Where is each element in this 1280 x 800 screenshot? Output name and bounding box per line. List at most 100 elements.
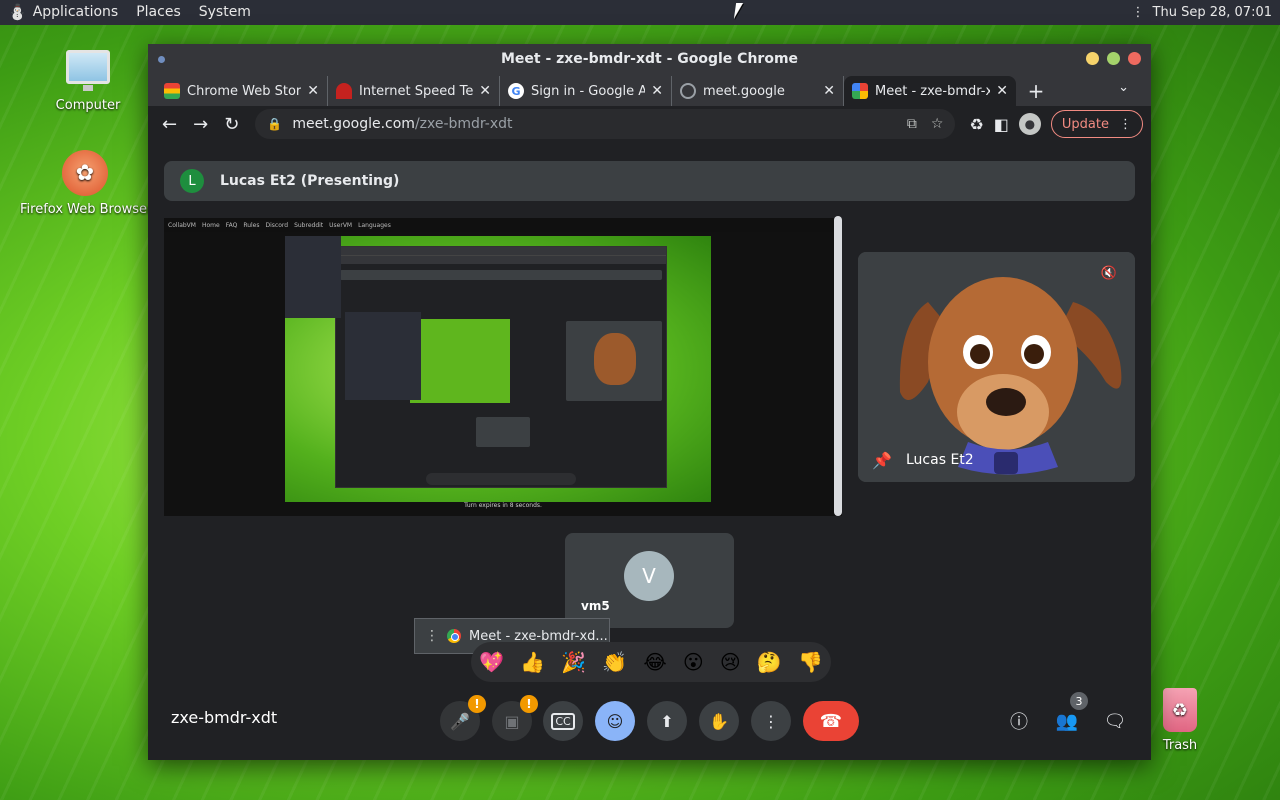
gnome-foot-icon: ⛄: [8, 3, 27, 21]
reload-button[interactable]: ↻: [218, 108, 245, 140]
reactions-button[interactable]: ☺: [595, 701, 635, 741]
reaction-thumbs-up[interactable]: 👍: [520, 650, 545, 674]
firefox-icon: ✿: [62, 150, 108, 196]
close-icon[interactable]: ✕: [823, 83, 835, 99]
window-menu-dot-icon[interactable]: [158, 56, 165, 63]
chat-button[interactable]: 🗨: [1100, 706, 1130, 736]
speedtest-icon: [336, 83, 352, 99]
minimize-button[interactable]: [1086, 52, 1099, 65]
places-menu[interactable]: Places: [127, 0, 190, 25]
end-call-button[interactable]: ☎: [803, 701, 859, 741]
clock[interactable]: Thu Sep 28, 07:01: [1153, 5, 1272, 20]
present-screen-icon: ⬆: [660, 711, 674, 731]
hang-up-icon: ☎: [819, 710, 843, 732]
microphone-button[interactable]: 🎤 !: [440, 695, 486, 741]
extensions-puzzle-icon[interactable]: ♻: [969, 115, 983, 134]
url-host: meet.google.com: [292, 116, 415, 132]
close-icon[interactable]: ✕: [479, 83, 491, 99]
tab-title: Internet Speed Test: [359, 83, 474, 99]
tab-internet-speed-test[interactable]: Internet Speed Test ✕: [328, 76, 500, 106]
close-icon[interactable]: ✕: [307, 83, 319, 99]
reaction-sparkling-heart[interactable]: 💖: [479, 650, 504, 674]
desktop-firefox[interactable]: ✿ Firefox Web Browser: [20, 150, 150, 217]
screen-nav-item: UserVM: [329, 221, 353, 229]
update-button[interactable]: Update ⋮: [1050, 110, 1143, 138]
screen-nav-item: FAQ: [225, 221, 238, 229]
meeting-details-button[interactable]: ⓘ: [1004, 706, 1034, 736]
drag-handle-icon[interactable]: ⋮: [425, 628, 439, 644]
tab-meet-google[interactable]: meet.google ✕: [672, 76, 844, 106]
tab-strip: Chrome Web Store ✕ Internet Speed Test ✕…: [148, 74, 1151, 106]
close-icon[interactable]: ✕: [996, 83, 1008, 99]
system-menu[interactable]: System: [190, 0, 260, 25]
people-count-badge: 3: [1070, 692, 1088, 710]
new-tab-button[interactable]: +: [1016, 76, 1056, 106]
screen-top-nav: CollabVM Home FAQ Rules Discord Subreddi…: [164, 218, 842, 232]
present-button[interactable]: ⬆: [647, 701, 687, 741]
tab-title: Sign in - Google Accounts: [531, 83, 646, 99]
back-button[interactable]: ←: [156, 108, 183, 140]
reaction-thumbs-down[interactable]: 👎: [798, 650, 823, 674]
pinned-participant-tile[interactable]: 🔇 📌 Lucas Et2: [858, 252, 1135, 482]
window-titlebar[interactable]: Meet - zxe-bmdr-xdt - Google Chrome: [148, 44, 1151, 74]
tab-meet-active[interactable]: Meet - zxe-bmdr-xdt ✕: [844, 76, 1016, 106]
kebab-icon: ⋮: [763, 711, 779, 731]
reactions-bar: 💖 👍 🎉 👏 😂 😮 😢 🤔 👎: [471, 642, 831, 682]
reaction-crying[interactable]: 😢: [720, 650, 741, 674]
reaction-party-popper[interactable]: 🎉: [561, 650, 586, 674]
screen-nav-item: Discord: [265, 221, 289, 229]
screen-scrollbar[interactable]: [834, 216, 842, 516]
close-icon[interactable]: ✕: [651, 83, 663, 99]
applications-menu-label: Applications: [32, 4, 119, 20]
vm-avatar: V: [624, 551, 674, 601]
mouse-cursor-icon: [733, 3, 749, 19]
side-panel-icon[interactable]: ◧: [994, 115, 1009, 134]
tab-title: meet.google: [703, 83, 785, 99]
meet-icon: [852, 83, 868, 99]
share-icon[interactable]: ⧉: [907, 116, 917, 132]
camera-button[interactable]: ▣ !: [492, 695, 538, 741]
desktop-firefox-label: Firefox Web Browser: [20, 202, 148, 217]
profile-avatar-icon[interactable]: ●: [1018, 113, 1041, 135]
screen-app-menu: [285, 236, 341, 318]
self-participant-tile[interactable]: V vm5: [565, 533, 734, 628]
reaction-clapping[interactable]: 👏: [602, 650, 627, 674]
panel-right: ⋮ Thu Sep 28, 07:01: [1132, 5, 1280, 20]
tab-sign-in[interactable]: G Sign in - Google Accounts ✕: [500, 76, 672, 106]
forward-button[interactable]: →: [187, 108, 214, 140]
applications-menu[interactable]: ⛄ Applications: [8, 0, 127, 25]
lock-icon[interactable]: 🔒: [267, 117, 282, 131]
bookmark-star-icon[interactable]: ☆: [931, 116, 944, 132]
window-controls: [1086, 52, 1141, 65]
close-window-button[interactable]: [1128, 52, 1141, 65]
more-options-button[interactable]: ⋮: [751, 701, 791, 741]
trash-icon: ♻: [1163, 688, 1197, 732]
omnibox-actions: ⧉ ☆: [907, 116, 944, 132]
browser-toolbar: ← → ↻ 🔒 meet.google.com/zxe-bmdr-xdt ⧉ ☆…: [148, 106, 1151, 142]
captions-button[interactable]: CC: [543, 701, 583, 741]
chrome-menu-kebab-icon[interactable]: ⋮: [1119, 117, 1132, 132]
window-title: Meet - zxe-bmdr-xdt - Google Chrome: [500, 51, 799, 67]
screen-app-submenu: [345, 312, 421, 400]
closed-captions-icon: CC: [551, 712, 575, 730]
panel-kebab-icon[interactable]: ⋮: [1132, 5, 1145, 20]
people-button[interactable]: 👥 3: [1052, 692, 1088, 736]
address-bar[interactable]: 🔒 meet.google.com/zxe-bmdr-xdt ⧉ ☆: [255, 109, 956, 139]
maximize-button[interactable]: [1107, 52, 1120, 65]
people-icon: 👥: [1055, 710, 1079, 732]
chat-icon: 🗨: [1103, 710, 1127, 732]
reaction-thinking[interactable]: 🤔: [757, 650, 782, 674]
camera-icon: ▣: [504, 711, 520, 731]
tab-chrome-web-store[interactable]: Chrome Web Store ✕: [156, 76, 328, 106]
desktop-computer[interactable]: Computer: [23, 50, 153, 113]
tab-search-chevron-icon[interactable]: ⌄: [1118, 80, 1129, 95]
screen-nav-item: Rules: [243, 221, 260, 229]
chrome-icon: [447, 629, 461, 643]
shared-screen[interactable]: CollabVM Home FAQ Rules Discord Subreddi…: [164, 218, 842, 516]
pin-icon[interactable]: 📌: [872, 451, 892, 470]
url-path: /zxe-bmdr-xdt: [414, 116, 513, 132]
reaction-laughing[interactable]: 😂: [643, 650, 666, 674]
meet-stage: L Lucas Et2 (Presenting) CollabVM Home F…: [148, 142, 1151, 760]
raise-hand-button[interactable]: ✋: [699, 701, 739, 741]
reaction-surprised[interactable]: 😮: [683, 650, 704, 674]
